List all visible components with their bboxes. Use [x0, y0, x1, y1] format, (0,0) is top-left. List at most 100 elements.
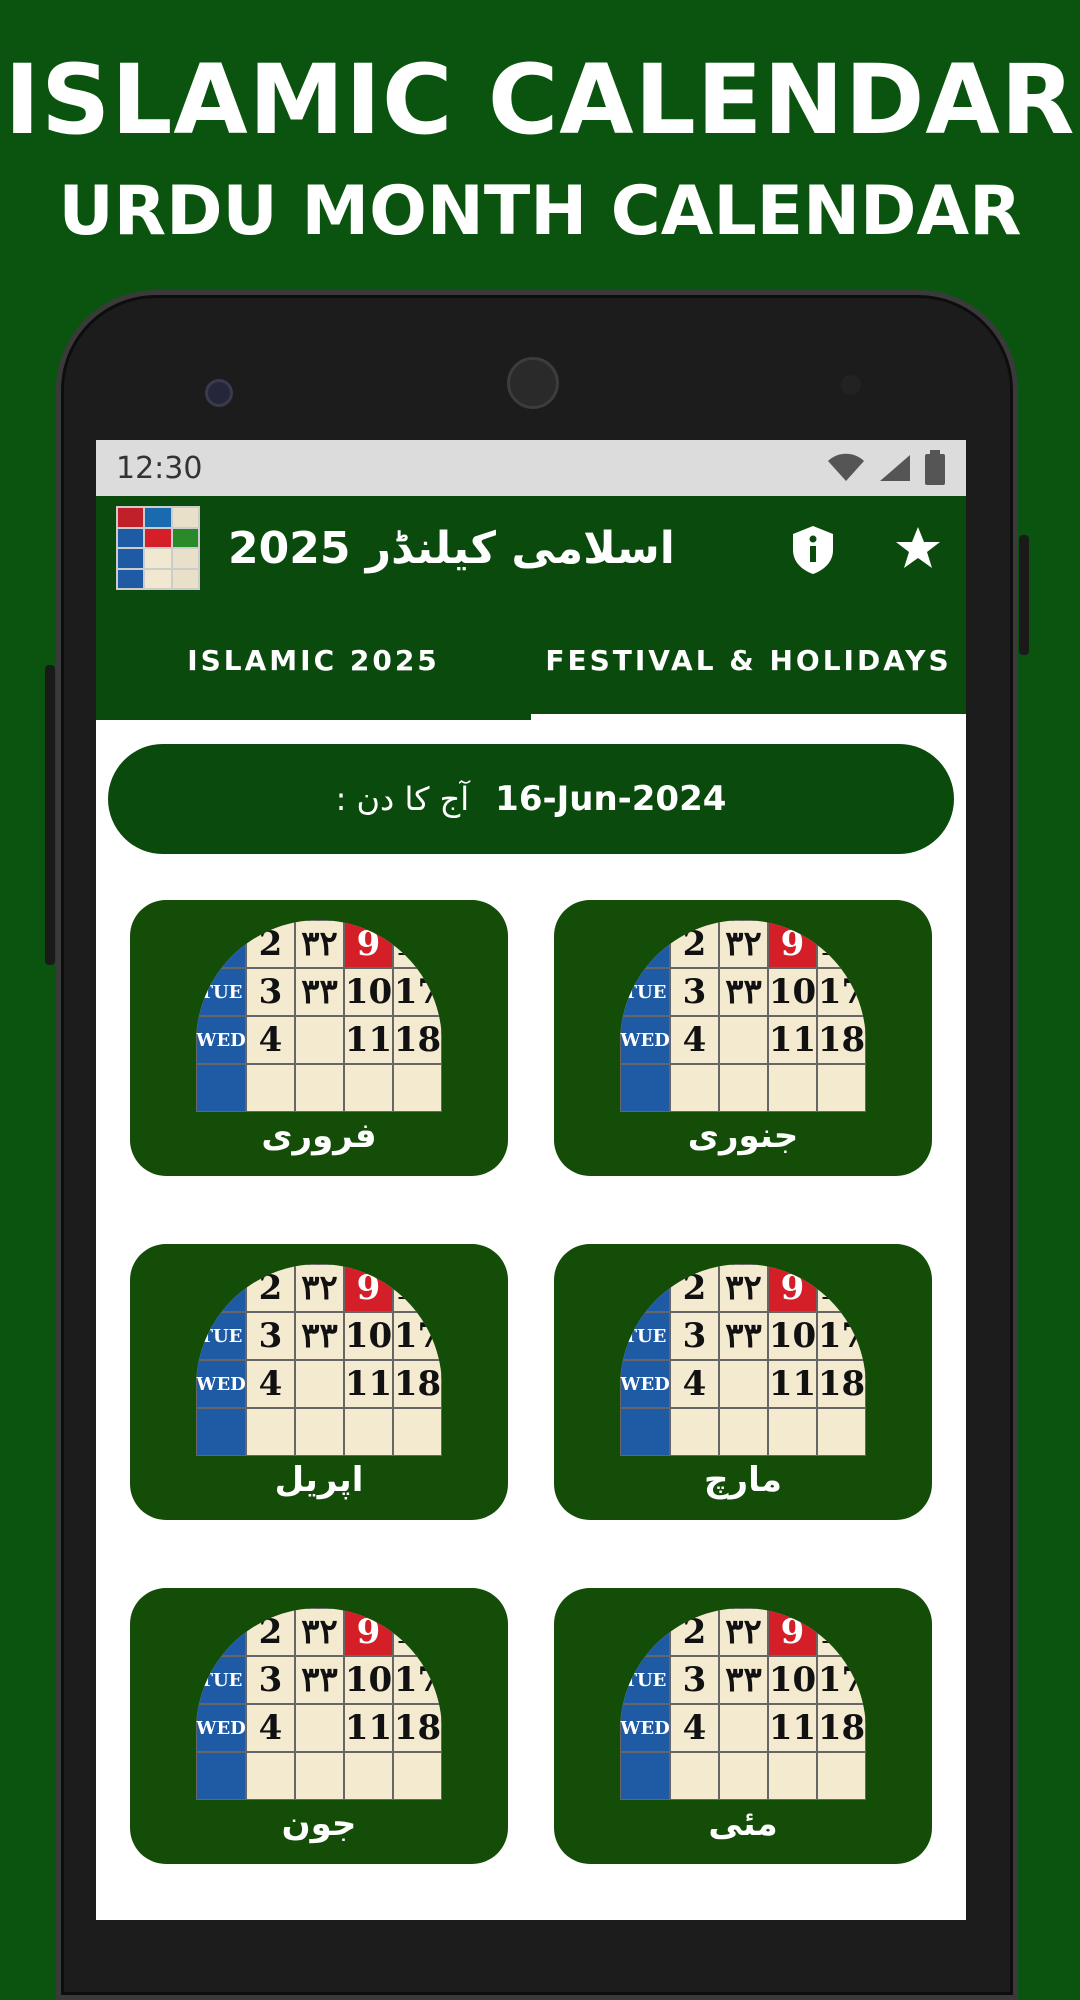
status-time: 12:30 — [116, 450, 203, 486]
month-label: جنوری — [687, 1116, 799, 1156]
calendar-cell: 17 — [817, 1656, 866, 1704]
volume-button — [45, 665, 55, 965]
calendar-cell — [817, 1408, 866, 1456]
calendar-cell: 3 — [670, 968, 719, 1016]
calendar-cell: TUE — [196, 1656, 246, 1704]
calendar-cell: 9 — [344, 1264, 393, 1312]
calendar-cell: WED — [620, 1704, 670, 1752]
calendar-cell: ۳۲ — [295, 920, 344, 968]
calendar-cell — [719, 1016, 768, 1064]
calendar-cell: 10 — [344, 1312, 393, 1360]
calendar-cell — [768, 1752, 817, 1800]
calendar-cell: 2 — [246, 1608, 295, 1656]
status-bar: 12:30 — [96, 440, 966, 496]
calendar-cell: 11 — [344, 1360, 393, 1408]
calendar-cell — [670, 1408, 719, 1456]
power-button — [1019, 535, 1029, 655]
calendar-cell — [817, 1752, 866, 1800]
calendar-cell: ۳۲ — [719, 1264, 768, 1312]
earpiece-speaker — [507, 357, 559, 409]
calendar-cell — [768, 1064, 817, 1112]
calendar-cell: 3 — [246, 968, 295, 1016]
month-card[interactable]: ON 2 ۳۲ 9 16 TUE 3 ۳۳ 10 17 WED 4 11 18 جون — [130, 1588, 508, 1864]
app-title: اسلامی کیلنڈر 2025 — [228, 522, 675, 574]
calendar-cell: 3 — [246, 1656, 295, 1704]
shield-info-icon[interactable] — [790, 524, 836, 576]
calendar-cell: ۳۲ — [295, 1608, 344, 1656]
calendar-cell — [246, 1408, 295, 1456]
star-icon[interactable] — [894, 524, 942, 572]
today-label: آج کا دن : — [335, 780, 470, 818]
calendar-cell — [670, 1752, 719, 1800]
app-bar: اسلامی کیلنڈر 2025 — [96, 496, 966, 600]
month-calendar-image: ON 2 ۳۲ 9 16 TUE 3 ۳۳ 10 17 WED 4 11 18 — [620, 1264, 866, 1456]
calendar-cell: 11 — [768, 1016, 817, 1064]
calendar-cell: WED — [620, 1360, 670, 1408]
calendar-cell — [344, 1752, 393, 1800]
month-label: اپریل — [274, 1460, 364, 1500]
month-calendar-image: ON 2 ۳۲ 9 16 TUE 3 ۳۳ 10 17 WED 4 11 18 — [620, 1608, 866, 1800]
month-calendar-image: ON 2 ۳۲ 9 16 TUE 3 ۳۳ 10 17 WED 4 11 18 — [196, 1608, 442, 1800]
calendar-cell: 17 — [393, 1312, 442, 1360]
calendar-cell: TUE — [196, 968, 246, 1016]
tab-festival-holidays[interactable]: FESTIVAL & HOLIDAYS — [531, 600, 966, 720]
calendar-cell: TUE — [196, 1312, 246, 1360]
calendar-cell: 17 — [393, 968, 442, 1016]
calendar-cell: WED — [196, 1704, 246, 1752]
month-card[interactable]: ON 2 ۳۲ 9 16 TUE 3 ۳۳ 10 17 WED 4 11 18 جنوری — [554, 900, 932, 1176]
calendar-cell: 18 — [393, 1704, 442, 1752]
calendar-cell — [295, 1704, 344, 1752]
month-label: مارچ — [704, 1460, 782, 1500]
calendar-cell: 16 — [817, 1264, 866, 1312]
calendar-cell — [393, 1408, 442, 1456]
status-icons — [826, 450, 946, 486]
calendar-cell — [620, 1752, 670, 1800]
calendar-cell: 2 — [670, 1264, 719, 1312]
calendar-cell: 10 — [344, 968, 393, 1016]
app-logo — [116, 506, 200, 590]
calendar-cell: 4 — [670, 1704, 719, 1752]
calendar-cell: 11 — [768, 1704, 817, 1752]
calendar-cell: ۳۳ — [295, 1312, 344, 1360]
calendar-cell — [719, 1360, 768, 1408]
calendar-cell: 4 — [246, 1016, 295, 1064]
month-card[interactable]: ON 2 ۳۲ 9 16 TUE 3 ۳۳ 10 17 WED 4 11 18 اپریل — [130, 1244, 508, 1520]
calendar-cell: ۳۲ — [719, 920, 768, 968]
month-card[interactable]: ON 2 ۳۲ 9 16 TUE 3 ۳۳ 10 17 WED 4 11 18 فروری — [130, 900, 508, 1176]
calendar-cell: 18 — [817, 1016, 866, 1064]
calendar-cell: ۳۳ — [719, 1656, 768, 1704]
month-grid: ON 2 ۳۲ 9 16 TUE 3 ۳۳ 10 17 WED 4 11 18 فروری ON 2 ۳۲ 9 16 T… — [96, 854, 966, 1864]
calendar-cell — [246, 1752, 295, 1800]
tab-islamic-2025[interactable]: ISLAMIC 2025 — [96, 600, 531, 720]
calendar-cell: ۳۲ — [719, 1608, 768, 1656]
calendar-cell: 17 — [817, 1312, 866, 1360]
calendar-cell — [295, 1752, 344, 1800]
calendar-cell: 3 — [246, 1312, 295, 1360]
calendar-cell — [817, 1064, 866, 1112]
calendar-cell: 9 — [768, 1608, 817, 1656]
calendar-cell: WED — [196, 1016, 246, 1064]
month-card[interactable]: ON 2 ۳۲ 9 16 TUE 3 ۳۳ 10 17 WED 4 11 18 مئی — [554, 1588, 932, 1864]
calendar-cell: 9 — [768, 1264, 817, 1312]
calendar-cell: 18 — [393, 1360, 442, 1408]
calendar-cell — [670, 1064, 719, 1112]
promo-title: ISLAMIC CALENDAR — [4, 44, 1076, 156]
front-camera — [205, 379, 233, 407]
signal-icon — [880, 455, 910, 481]
today-date: 16-Jun-2024 — [495, 779, 727, 819]
promo-subtitle: URDU MONTH CALENDAR — [58, 172, 1022, 251]
app-screen: 12:30 اسلامی کیلنڈر 2025 ISLAMIC 2025 FE… — [96, 440, 966, 1920]
calendar-cell: 3 — [670, 1656, 719, 1704]
calendar-cell: 2 — [246, 1264, 295, 1312]
calendar-cell: ۳۳ — [295, 968, 344, 1016]
calendar-cell: ۳۳ — [295, 1656, 344, 1704]
calendar-cell: ۳۳ — [719, 968, 768, 1016]
month-card[interactable]: ON 2 ۳۲ 9 16 TUE 3 ۳۳ 10 17 WED 4 11 18 مارچ — [554, 1244, 932, 1520]
calendar-cell: 18 — [817, 1360, 866, 1408]
calendar-cell: ON — [620, 1264, 670, 1312]
wifi-icon — [828, 453, 864, 481]
calendar-cell — [295, 1408, 344, 1456]
tab-bar: ISLAMIC 2025 FESTIVAL & HOLIDAYS — [96, 600, 966, 720]
calendar-cell — [295, 1360, 344, 1408]
calendar-cell: ۳۳ — [719, 1312, 768, 1360]
